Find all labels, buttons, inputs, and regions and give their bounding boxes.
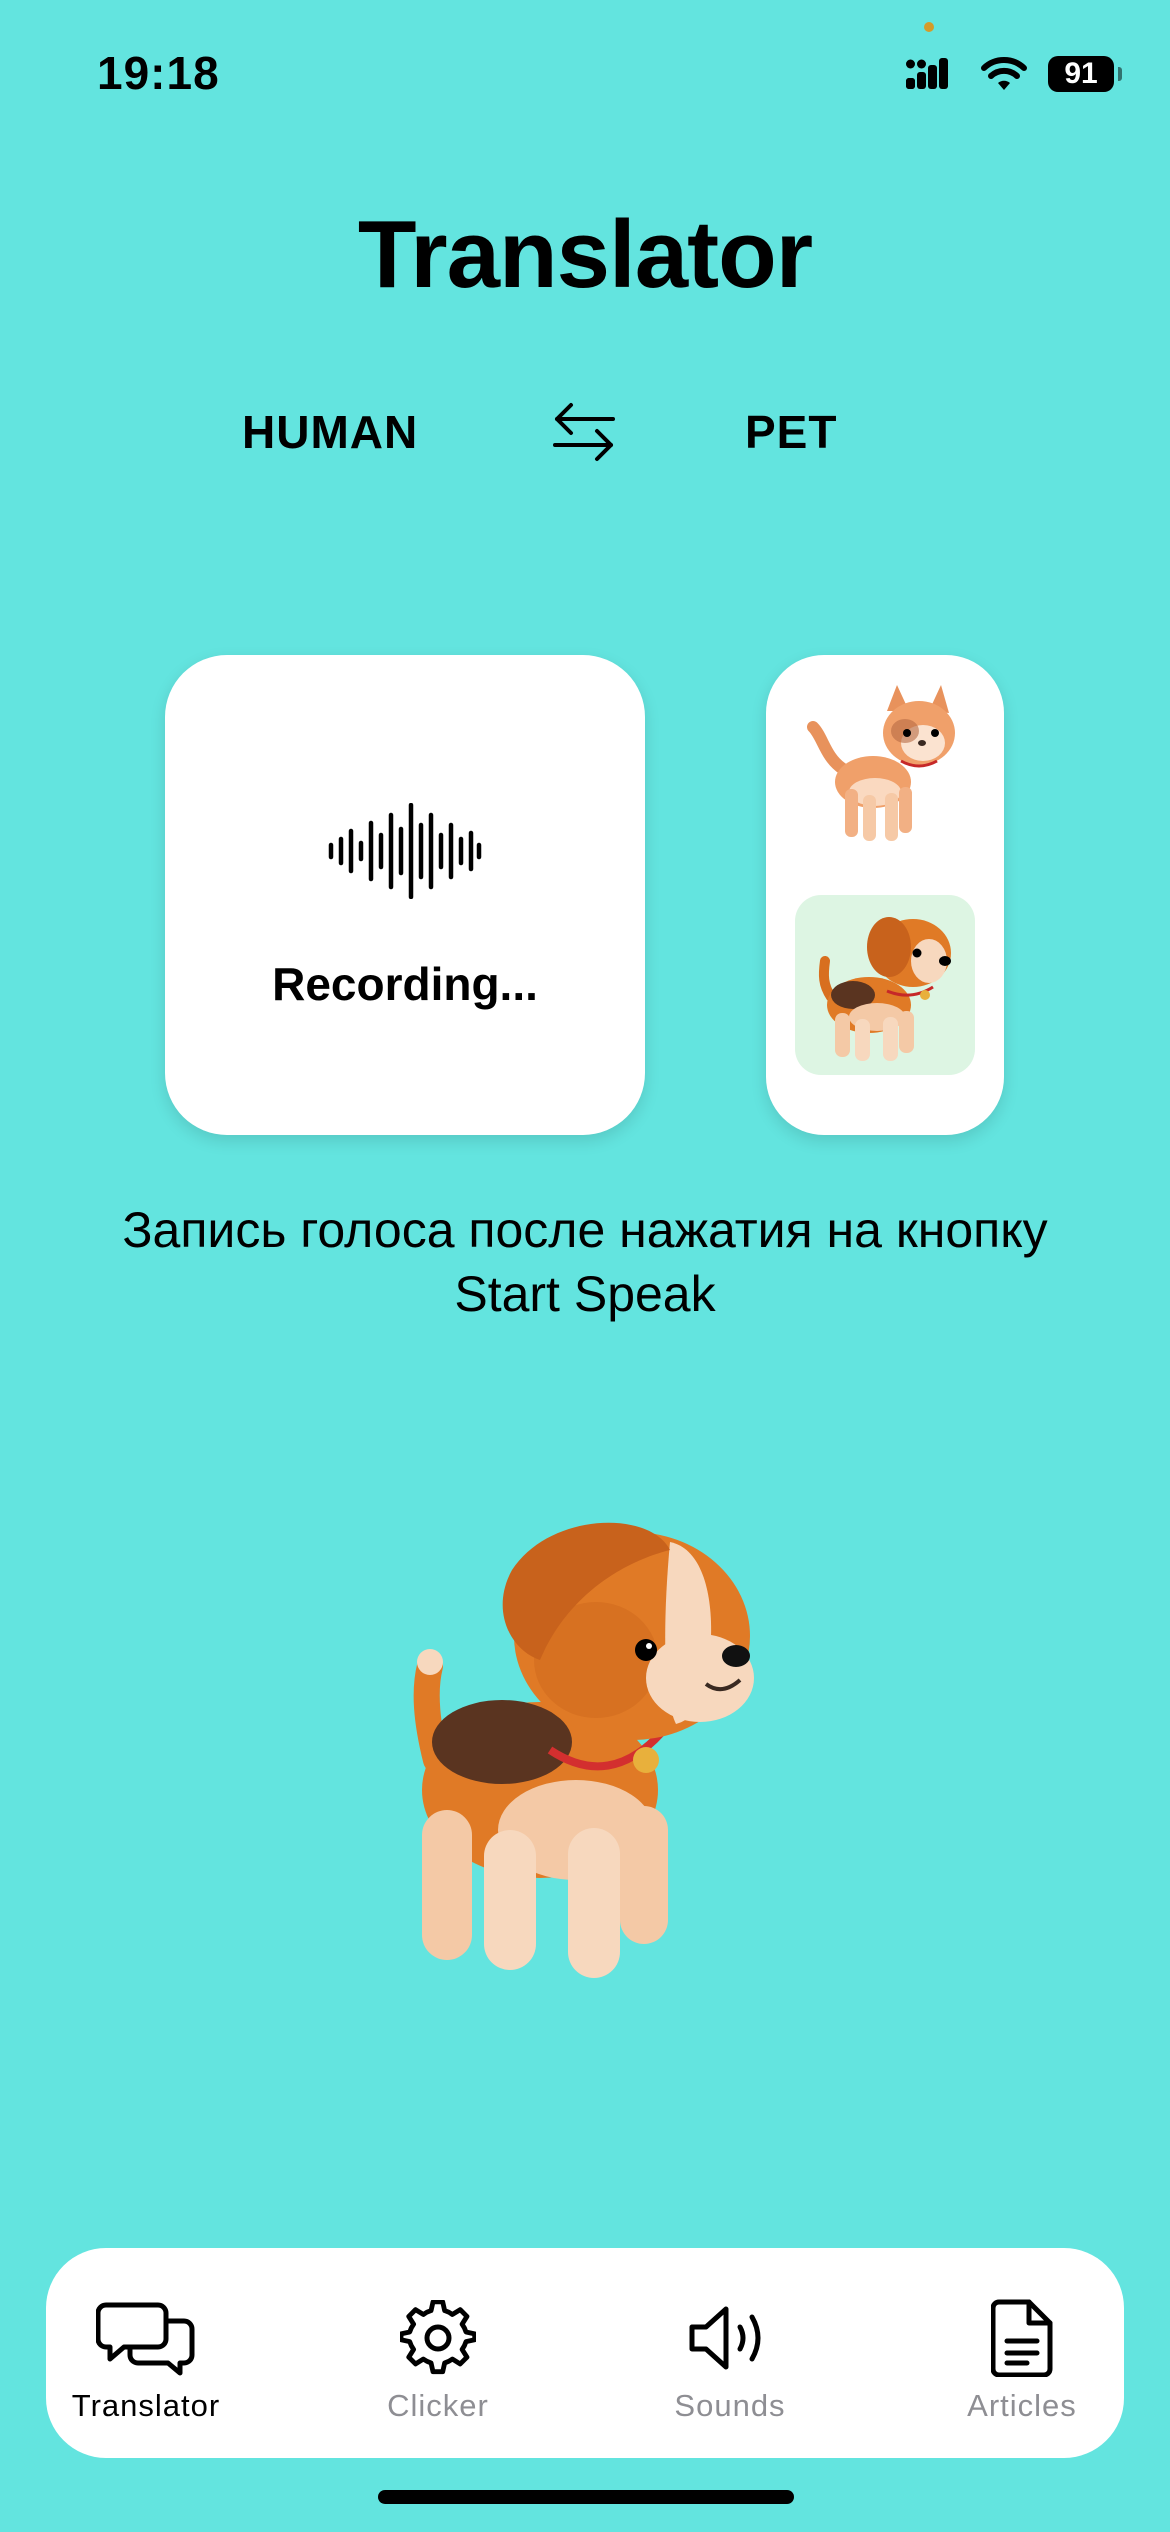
source-language-label[interactable]: HUMAN xyxy=(242,405,418,459)
cat-image xyxy=(807,685,955,841)
home-indicator xyxy=(378,2490,794,2504)
speaker-icon xyxy=(689,2306,761,2370)
battery-level: 91 xyxy=(1064,57,1098,90)
dog-image-large xyxy=(413,1522,754,1978)
tab-bar: Translator Clicker Sounds Articles xyxy=(46,2248,1124,2458)
pet-option-dog[interactable] xyxy=(795,895,975,1075)
instruction-text: Запись голоса после нажатия на кнопку St… xyxy=(40,1198,1130,1326)
instruction-line-2: Start Speak xyxy=(454,1266,716,1322)
wifi-icon xyxy=(981,57,1027,90)
status-time: 19:18 xyxy=(97,47,220,99)
record-button[interactable]: Recording... xyxy=(165,655,645,1135)
swap-arrows-icon xyxy=(553,403,615,461)
status-icons: 91 xyxy=(906,46,1122,102)
tab-clicker[interactable]: Clicker xyxy=(338,2298,538,2424)
page-title: Translator xyxy=(357,201,813,308)
tab-clicker-label: Clicker xyxy=(387,2388,489,2423)
tab-articles[interactable]: Articles xyxy=(922,2298,1122,2424)
pet-selector xyxy=(766,655,1004,1135)
document-icon xyxy=(991,2299,1053,2377)
swap-languages-button[interactable] xyxy=(548,392,620,472)
tab-sounds-label: Sounds xyxy=(674,2388,786,2423)
sound-wave-icon xyxy=(328,803,482,899)
battery-indicator: 91 xyxy=(1048,56,1122,92)
gear-icon xyxy=(400,2300,476,2375)
cellular-signal-icon xyxy=(906,58,948,89)
tab-translator-label: Translator xyxy=(71,2388,221,2423)
tab-translator[interactable]: Translator xyxy=(46,2298,246,2424)
chat-bubbles-icon xyxy=(96,2302,195,2376)
tab-sounds[interactable]: Sounds xyxy=(630,2298,830,2424)
tab-articles-label: Articles xyxy=(967,2388,1077,2423)
camera-indicator xyxy=(924,22,934,32)
recording-status: Recording... xyxy=(272,958,538,1010)
selected-pet-image[interactable] xyxy=(400,1510,780,1990)
pet-option-cat[interactable] xyxy=(803,677,967,857)
dog-image xyxy=(818,917,951,1061)
target-language-label[interactable]: PET xyxy=(745,405,837,459)
instruction-line-1: Запись голоса после нажатия на кнопку xyxy=(122,1202,1048,1258)
